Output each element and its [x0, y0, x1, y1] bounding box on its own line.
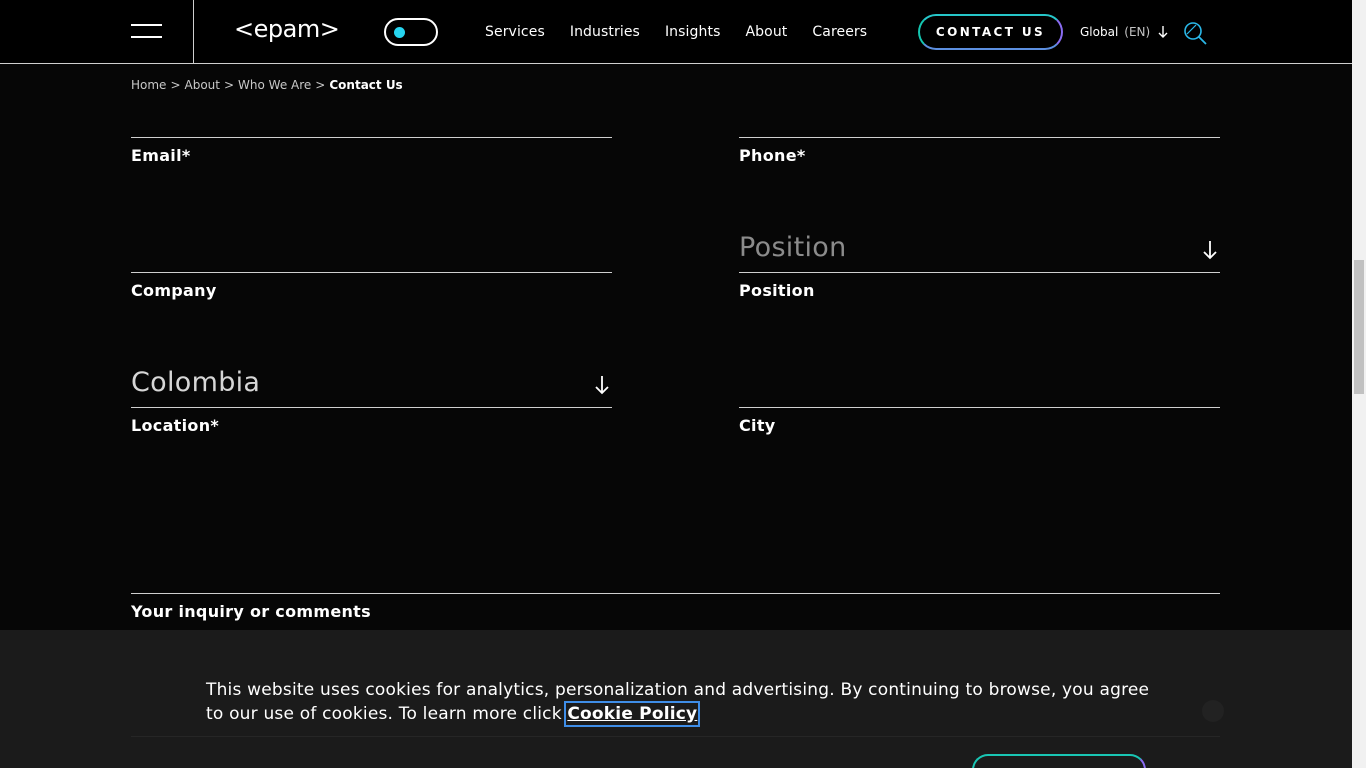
nav-item-insights[interactable]: Insights — [665, 22, 721, 42]
comments-label: Your inquiry or comments — [131, 602, 371, 621]
breadcrumb-separator: > — [315, 78, 326, 92]
region-selector[interactable]: Global (EN) — [1080, 24, 1168, 40]
field-underline — [131, 137, 612, 138]
phone-label: Phone* — [739, 146, 806, 165]
position-select[interactable]: Position Position — [739, 232, 1220, 312]
main-nav: Services Industries Insights About Caree… — [485, 22, 892, 42]
page-scrollbar[interactable] — [1352, 0, 1366, 768]
breadcrumb-current: Contact Us — [329, 78, 403, 92]
company-label: Company — [131, 281, 217, 300]
breadcrumb-separator: > — [223, 78, 235, 92]
theme-toggle[interactable] — [384, 18, 438, 46]
comments-field[interactable]: Your inquiry or comments — [131, 553, 1220, 630]
breadcrumb-who-we-are[interactable]: Who We Are — [238, 76, 311, 94]
toggle-knob — [394, 27, 405, 38]
region-label: Global — [1080, 25, 1119, 39]
epam-logo[interactable]: <epam> — [234, 14, 340, 44]
scrollbar-thumb[interactable] — [1354, 260, 1364, 394]
breadcrumb-about[interactable]: About — [185, 76, 220, 94]
menu-icon[interactable] — [131, 24, 162, 40]
arrow-down-icon — [595, 376, 609, 395]
city-field[interactable]: City — [739, 367, 1220, 447]
field-underline — [131, 407, 612, 408]
location-value: Colombia — [131, 367, 261, 398]
position-label: Position — [739, 281, 815, 300]
field-underline — [739, 407, 1220, 408]
city-label: City — [739, 416, 776, 435]
breadcrumb: Home > About > Who We Are > Contact Us — [131, 76, 403, 94]
contact-us-button[interactable]: CONTACT US — [918, 14, 1063, 50]
email-field[interactable]: Email* — [131, 96, 612, 176]
background-field-line — [131, 736, 1220, 737]
location-label: Location* — [131, 416, 220, 435]
position-placeholder: Position — [739, 232, 847, 263]
arrow-down-icon — [1158, 26, 1168, 38]
language-label: (EN) — [1124, 25, 1151, 39]
cookie-message: This website uses cookies for analytics,… — [206, 678, 1166, 727]
nav-item-about[interactable]: About — [745, 22, 787, 42]
nav-item-services[interactable]: Services — [485, 22, 545, 42]
field-underline — [739, 272, 1220, 273]
cookie-policy-link[interactable]: Cookie Policy — [564, 701, 701, 727]
cookie-banner: This website uses cookies for analytics,… — [0, 630, 1352, 768]
search-icon[interactable] — [1182, 20, 1208, 46]
phone-field[interactable]: Phone* — [739, 96, 1220, 176]
field-underline — [131, 593, 1220, 594]
email-label: Email* — [131, 146, 191, 165]
field-underline — [739, 137, 1220, 138]
close-icon[interactable] — [1202, 700, 1224, 722]
nav-item-industries[interactable]: Industries — [570, 22, 640, 42]
breadcrumb-separator: > — [170, 78, 181, 92]
nav-item-careers[interactable]: Careers — [812, 22, 867, 42]
header-divider — [193, 0, 194, 64]
breadcrumb-home[interactable]: Home — [131, 76, 166, 94]
field-underline — [131, 272, 612, 273]
location-select[interactable]: Colombia Location* — [131, 367, 612, 447]
accept-cookies-button[interactable] — [972, 754, 1146, 768]
company-field[interactable]: Company — [131, 232, 612, 312]
site-header: <epam> Services Industries Insights Abou… — [0, 0, 1366, 64]
arrow-down-icon — [1203, 241, 1217, 260]
